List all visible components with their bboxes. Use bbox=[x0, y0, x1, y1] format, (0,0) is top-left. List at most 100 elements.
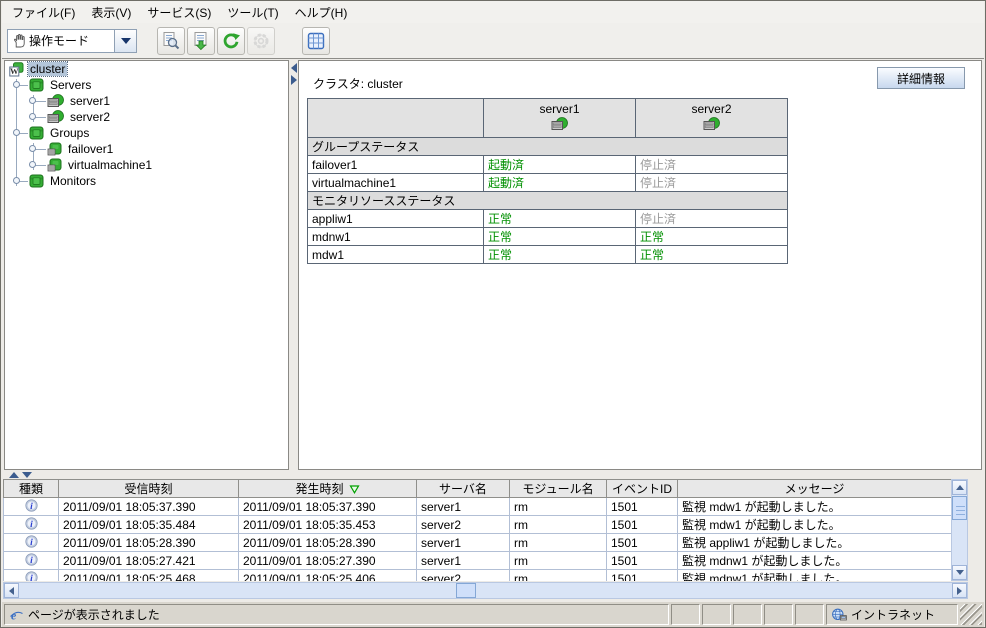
log-row[interactable]: i2011/09/01 18:05:25.4682011/09/01 18:05… bbox=[4, 570, 952, 582]
sort-desc-icon bbox=[349, 485, 360, 494]
vertical-split-divider[interactable] bbox=[290, 60, 298, 470]
status-section-header: グループステータス bbox=[308, 138, 788, 156]
log-column-header[interactable]: 受信時刻 bbox=[59, 480, 239, 498]
tree-expand-handle[interactable] bbox=[29, 113, 36, 120]
log-column-header[interactable]: モジュール名 bbox=[510, 480, 607, 498]
collapse-right-icon[interactable] bbox=[291, 75, 297, 85]
tree-expand-handle[interactable] bbox=[29, 161, 36, 168]
operation-mode-selector[interactable]: 操作モード bbox=[7, 29, 137, 53]
tree-node-label: Monitors bbox=[48, 174, 98, 188]
log-type-cell: i bbox=[4, 552, 59, 570]
log-type-cell: i bbox=[4, 498, 59, 516]
server-icon bbox=[47, 94, 64, 108]
menu-help[interactable]: ヘルプ(H) bbox=[289, 1, 358, 24]
status-row[interactable]: appliw1正常停止済 bbox=[308, 210, 788, 228]
scroll-left-button[interactable] bbox=[4, 583, 19, 598]
search-button[interactable] bbox=[157, 27, 185, 55]
log-column-header[interactable]: 発生時刻 bbox=[239, 480, 417, 498]
server-column-header: server2 bbox=[636, 99, 788, 138]
download-document-icon bbox=[191, 31, 211, 51]
status-row[interactable]: failover1起動済停止済 bbox=[308, 156, 788, 174]
log-occurred-cell: 2011/09/01 18:05:35.453 bbox=[239, 516, 417, 534]
collapse-left-icon[interactable] bbox=[291, 63, 297, 73]
hand-icon bbox=[12, 34, 26, 48]
tree-node-Servers[interactable]: Servers bbox=[5, 77, 288, 93]
operation-mode-label: 操作モード bbox=[29, 32, 114, 49]
status-row[interactable]: virtualmachine1起動済停止済 bbox=[308, 174, 788, 192]
status-row[interactable]: mdw1正常正常 bbox=[308, 246, 788, 264]
tree-node-server1[interactable]: server1 bbox=[5, 93, 288, 109]
log-server-cell: server2 bbox=[417, 516, 510, 534]
log-row[interactable]: i2011/09/01 18:05:35.4842011/09/01 18:05… bbox=[4, 516, 952, 534]
tree-node-Groups[interactable]: Groups bbox=[5, 125, 288, 141]
tree-node-virtualmachine1[interactable]: virtualmachine1 bbox=[5, 157, 288, 173]
log-column-header[interactable]: イベントID bbox=[607, 480, 678, 498]
info-icon: i bbox=[25, 517, 38, 530]
log-column-header[interactable]: 種類 bbox=[4, 480, 59, 498]
log-row[interactable]: i2011/09/01 18:05:28.3902011/09/01 18:05… bbox=[4, 534, 952, 552]
combo-dropdown-button[interactable] bbox=[114, 30, 136, 52]
tree-node-server2[interactable]: server2 bbox=[5, 109, 288, 125]
tree-expand-handle[interactable] bbox=[29, 145, 36, 152]
status-row[interactable]: mdnw1正常正常 bbox=[308, 228, 788, 246]
menu-view[interactable]: 表示(V) bbox=[85, 1, 141, 24]
status-section-header: モニタリソースステータス bbox=[308, 192, 788, 210]
horizontal-split-divider[interactable] bbox=[2, 471, 984, 479]
tree-expand-handle[interactable] bbox=[13, 81, 20, 88]
log-module-cell: rm bbox=[510, 552, 607, 570]
resource-name: mdw1 bbox=[308, 246, 484, 264]
tree-node-label: virtualmachine1 bbox=[66, 158, 154, 172]
gear-icon bbox=[251, 31, 271, 51]
options-button[interactable] bbox=[247, 27, 275, 55]
log-horizontal-scrollbar[interactable] bbox=[3, 582, 968, 599]
detail-info-button[interactable]: 詳細情報 bbox=[877, 67, 965, 89]
log-module-cell: rm bbox=[510, 498, 607, 516]
collapse-down-icon[interactable] bbox=[22, 472, 32, 478]
log-event_id-cell: 1501 bbox=[607, 534, 678, 552]
log-server-cell: server1 bbox=[417, 552, 510, 570]
magnifier-document-icon bbox=[161, 31, 181, 51]
integrated-manager-button[interactable] bbox=[302, 27, 330, 55]
scroll-up-button[interactable] bbox=[952, 480, 967, 495]
tree-node-cluster[interactable]: Wcluster bbox=[5, 61, 288, 77]
collect-logs-button[interactable] bbox=[187, 27, 215, 55]
log-module-cell: rm bbox=[510, 534, 607, 552]
server-icon bbox=[703, 117, 720, 131]
resource-name: virtualmachine1 bbox=[308, 174, 484, 192]
vertical-scroll-thumb[interactable] bbox=[952, 496, 967, 520]
log-column-header[interactable]: サーバ名 bbox=[417, 480, 510, 498]
status-value: 停止済 bbox=[636, 156, 788, 174]
arrow-right-icon bbox=[957, 587, 962, 595]
resize-grip[interactable] bbox=[960, 604, 982, 625]
menu-service[interactable]: サービス(S) bbox=[141, 1, 221, 24]
cluster-status-panel: クラスタ: cluster 詳細情報 server1server2グループステー… bbox=[298, 60, 982, 470]
log-row[interactable]: i2011/09/01 18:05:27.4212011/09/01 18:05… bbox=[4, 552, 952, 570]
zone-label: イントラネット bbox=[851, 606, 935, 623]
log-occurred-cell: 2011/09/01 18:05:27.390 bbox=[239, 552, 417, 570]
tree-node-label: server1 bbox=[68, 94, 112, 108]
status-empty-pane bbox=[702, 604, 731, 625]
tree-expand-handle[interactable] bbox=[13, 129, 20, 136]
folder-icon bbox=[29, 174, 44, 188]
log-vertical-scrollbar[interactable] bbox=[951, 479, 968, 581]
menu-tool[interactable]: ツール(T) bbox=[221, 1, 288, 24]
server-icon bbox=[47, 110, 64, 124]
tree-node-failover1[interactable]: failover1 bbox=[5, 141, 288, 157]
log-message-cell: 監視 mdnw1 が起動しました。 bbox=[678, 552, 952, 570]
menu-file[interactable]: ファイル(F) bbox=[6, 1, 85, 24]
info-icon: i bbox=[25, 535, 38, 548]
horizontal-scroll-thumb[interactable] bbox=[456, 583, 476, 598]
scroll-down-button[interactable] bbox=[952, 565, 967, 580]
tree-node-Monitors[interactable]: Monitors bbox=[5, 173, 288, 189]
svg-text:i: i bbox=[30, 573, 33, 581]
log-column-header[interactable]: メッセージ bbox=[678, 480, 952, 498]
reload-button[interactable] bbox=[217, 27, 245, 55]
log-row[interactable]: i2011/09/01 18:05:37.3902011/09/01 18:05… bbox=[4, 498, 952, 516]
collapse-up-icon[interactable] bbox=[9, 472, 19, 478]
log-message-cell: 監視 mdw1 が起動しました。 bbox=[678, 498, 952, 516]
refresh-icon bbox=[221, 31, 241, 51]
tree-expand-handle[interactable] bbox=[29, 97, 36, 104]
resource-name: mdnw1 bbox=[308, 228, 484, 246]
scroll-right-button[interactable] bbox=[952, 583, 967, 598]
tree-expand-handle[interactable] bbox=[13, 177, 20, 184]
